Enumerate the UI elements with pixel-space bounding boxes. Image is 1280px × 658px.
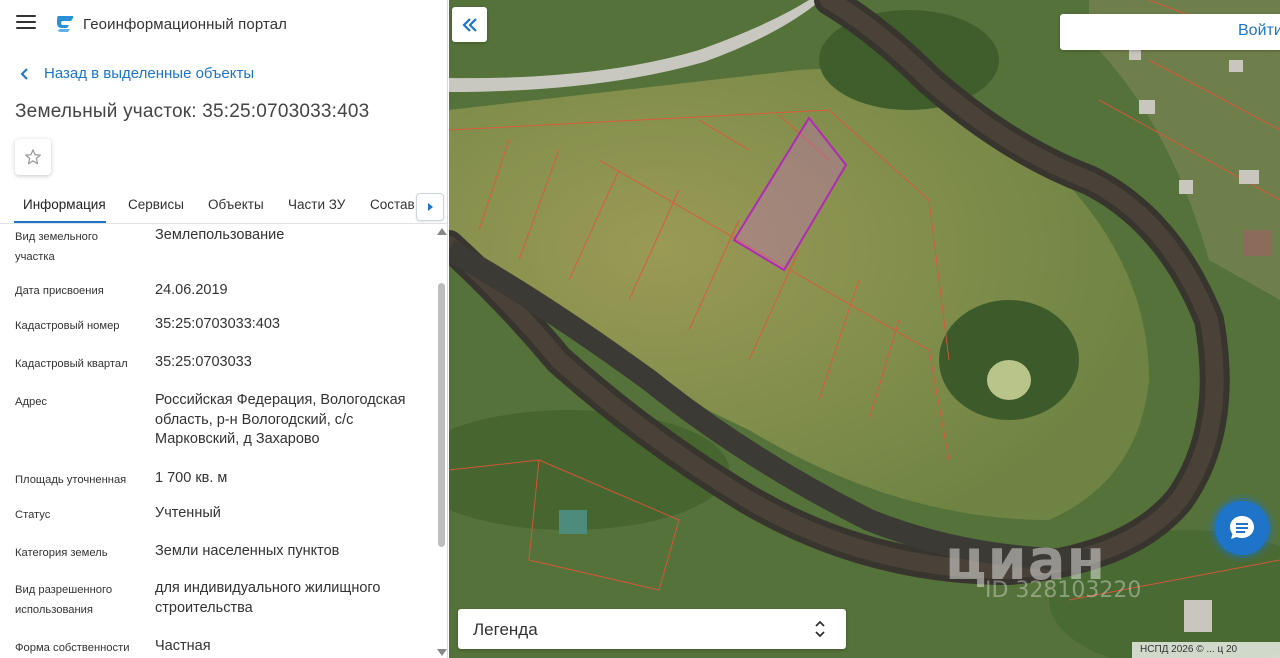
caret-right-icon xyxy=(428,203,433,211)
top-bar: Геоинформационный портал xyxy=(0,0,447,50)
star-icon xyxy=(25,149,41,165)
info-value: для индивидуального жилищного строительс… xyxy=(155,580,381,616)
portal-title: Геоинформационный портал xyxy=(83,16,288,33)
tab-parcel-parts[interactable]: Части ЗУ xyxy=(288,197,345,212)
scroll-up-arrow-icon[interactable] xyxy=(437,228,447,235)
double-chevron-left-icon xyxy=(461,17,477,32)
watermark-id: ID 328103220 xyxy=(985,578,1142,603)
tab-objects[interactable]: Объекты xyxy=(208,197,264,212)
scrollbar-thumb[interactable] xyxy=(438,283,445,547)
info-value: Частная xyxy=(155,638,211,654)
info-label: Категория земель xyxy=(15,547,108,559)
login-button[interactable]: Войти xyxy=(1060,14,1280,50)
info-value: 1 700 кв. м xyxy=(155,470,228,486)
chat-bubble-icon xyxy=(1230,516,1254,539)
info-value: 24.06.2019 xyxy=(155,282,228,298)
info-label: Дата присвоения xyxy=(15,285,104,297)
info-label: Кадастровый номер xyxy=(15,320,120,332)
hamburger-menu-icon[interactable] xyxy=(16,15,36,33)
info-panel: Геоинформационный портал Назад в выделен… xyxy=(0,0,448,658)
info-value: Учтенный xyxy=(155,505,221,521)
info-value: Землепользование xyxy=(155,227,285,243)
tab-composition[interactable]: Состав xyxy=(370,197,415,212)
tab-services[interactable]: Сервисы xyxy=(128,197,184,212)
info-label: Адрес xyxy=(15,396,48,408)
legend-label: Легенда xyxy=(473,620,538,639)
info-label: Форма собственности xyxy=(15,642,130,654)
collapse-panel-button[interactable] xyxy=(452,7,487,42)
info-label: Кадастровый квартал xyxy=(15,358,128,370)
satellite-imagery xyxy=(449,0,1280,658)
legend-select[interactable]: Легенда xyxy=(458,609,846,649)
info-label: Площадь уточненная xyxy=(15,474,127,486)
tabs-scroll-right-button[interactable] xyxy=(416,193,444,221)
info-value: Российская Федерация, Вологодская област… xyxy=(155,392,406,447)
info-scrollbar[interactable] xyxy=(436,226,447,658)
back-link-label: Назад в выделенные объекты xyxy=(44,65,255,82)
map-view[interactable]: циан ID 328103220 xyxy=(449,0,1280,658)
chevron-up-down-icon xyxy=(815,620,825,638)
scroll-down-arrow-icon[interactable] xyxy=(437,649,447,656)
portal-logo-icon[interactable] xyxy=(54,13,76,35)
info-value: 35:25:0703033 xyxy=(155,354,252,370)
info-label: Вид разрешенного использования xyxy=(15,584,113,616)
info-list: Вид земельного участка Землепользование … xyxy=(0,226,436,658)
chevron-left-icon xyxy=(20,67,28,80)
info-value: Земли населенных пунктов xyxy=(155,543,340,559)
tab-bar: Информация Сервисы Объекты Части ЗУ Сост… xyxy=(0,186,447,224)
map-attribution: НСПД 2026 © ... ц 20 xyxy=(1132,642,1280,658)
info-label: Вид земельного участка xyxy=(15,231,98,263)
active-tab-indicator xyxy=(14,221,106,223)
chat-support-button[interactable] xyxy=(1215,501,1269,555)
back-to-selected-link[interactable]: Назад в выделенные объекты xyxy=(18,65,254,82)
favorite-button[interactable] xyxy=(15,139,51,175)
info-label: Статус xyxy=(15,509,51,521)
info-value: 35:25:0703033:403 xyxy=(155,316,280,332)
tab-information[interactable]: Информация xyxy=(23,197,106,212)
login-label: Войти xyxy=(1238,22,1280,39)
parcel-title: Земельный участок: 35:25:0703033:403 xyxy=(15,101,370,122)
